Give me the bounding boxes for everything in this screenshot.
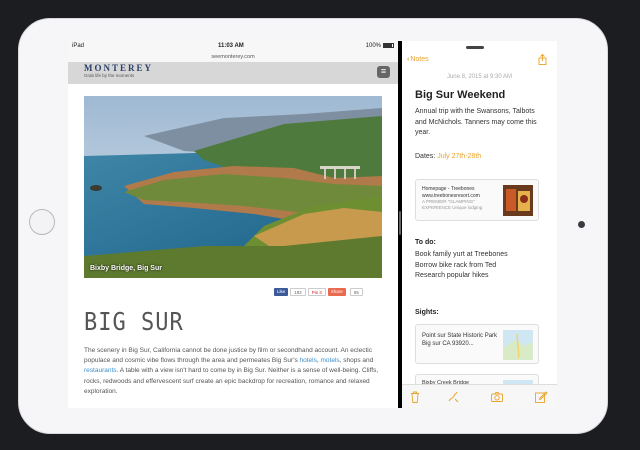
todo-item[interactable]: Book family yurt at Treebones — [415, 250, 545, 261]
notes-toolbar — [402, 384, 557, 408]
hero-image: Bixby Bridge, Big Sur — [84, 96, 382, 278]
hotels-link[interactable]: hotels — [300, 357, 317, 364]
note-intro[interactable]: Annual trip with the Swansons, Talbots a… — [415, 107, 545, 139]
location-name: Point sur State Historic Park — [422, 333, 498, 339]
todo-list[interactable]: Book family yurt at Treebones Borrow bik… — [415, 250, 545, 282]
link-subtitle: A PREMIER "GLAMPING" EXPERIENCE Unique l… — [422, 199, 483, 210]
motels-link[interactable]: motels — [321, 357, 340, 364]
bixby-bridge-photo — [84, 96, 382, 278]
battery-icon — [383, 43, 394, 48]
site-logo[interactable]: MONTEREY — [84, 63, 153, 73]
dates-label: Dates: — [415, 153, 438, 160]
todo-item[interactable]: Research popular hikes — [415, 271, 545, 282]
battery-indicator: 100% — [366, 43, 394, 49]
sketch-icon[interactable] — [446, 390, 460, 404]
site-tagline: Grab life by the moments — [84, 73, 135, 78]
share-count: 95 — [349, 288, 363, 296]
article-text: , shops and — [339, 357, 374, 365]
camera-icon[interactable] — [490, 390, 504, 404]
article-text: . A table with a view isn't hard to come… — [84, 367, 379, 395]
hamburger-menu-icon[interactable]: ≡ — [377, 66, 390, 78]
restaurants-link[interactable]: restaurants — [84, 367, 117, 374]
battery-percent: 100% — [365, 43, 381, 50]
link-title: Homepage - Treebones www.treebonesresort… — [422, 186, 480, 199]
chevron-left-icon: ‹ — [407, 56, 410, 63]
device-label: iPad — [72, 43, 85, 49]
dates-value-link[interactable]: July 27th-28th — [437, 153, 481, 160]
note-title[interactable]: Big Sur Weekend — [415, 89, 505, 101]
pinterest-button[interactable]: Pin it — [307, 288, 326, 296]
note-dates[interactable]: Dates: July 27th-28th — [415, 153, 481, 160]
todo-item[interactable]: Borrow bike rack from Ted — [415, 261, 545, 272]
article-title: BIG SUR — [84, 308, 184, 337]
map-thumbnail — [503, 330, 533, 360]
share-buttons: Like 182 Pin it Share 95 — [274, 288, 363, 296]
compose-icon[interactable] — [534, 390, 548, 404]
status-time: 11:03 AM — [218, 43, 244, 49]
map-location-card[interactable]: Point sur State Historic Park Big sur CA… — [415, 324, 539, 364]
back-label: Notes — [410, 56, 429, 63]
link-preview-card[interactable]: Homepage - Treebones www.treebonesresort… — [415, 179, 539, 221]
like-count: 182 — [290, 288, 306, 296]
sights-heading: Sights: — [415, 309, 439, 316]
site-header: MONTEREY Grab life by the moments ≡ — [68, 62, 398, 84]
address-bar[interactable]: seemonterey.com — [68, 53, 398, 62]
status-bar: iPad 11:03 AM 100% — [68, 41, 398, 53]
facebook-like-button[interactable]: Like — [274, 288, 289, 296]
pane-grabber[interactable] — [466, 46, 484, 49]
notes-pane[interactable]: ‹Notes June 8, 2015 at 9:30 AM Big Sur W… — [402, 41, 557, 408]
safari-pane[interactable]: seemonterey.com MONTEREY Grab life by th… — [68, 53, 398, 408]
share-icon[interactable] — [538, 54, 547, 65]
home-button[interactable] — [29, 209, 55, 235]
trash-icon[interactable] — [408, 390, 422, 404]
note-date: June 8, 2015 at 9:30 AM — [446, 74, 513, 80]
ipad-screen: iPad 11:03 AM 100% seemonterey.com MONTE… — [68, 41, 557, 408]
article-body: The scenery in Big Sur, California canno… — [84, 346, 384, 397]
front-camera — [578, 221, 585, 228]
notes-back-button[interactable]: ‹Notes — [407, 56, 429, 63]
location-text: Point sur State Historic Park Big sur CA… — [422, 332, 502, 348]
hero-caption: Bixby Bridge, Big Sur — [90, 265, 162, 272]
article: Bixby Bridge, Big Sur Like 182 Pin it Sh… — [68, 84, 398, 408]
link-thumbnail — [503, 185, 533, 216]
location-address: Big sur CA 93920... — [422, 341, 474, 347]
divider-handle[interactable] — [399, 211, 401, 235]
share-button[interactable]: Share — [327, 288, 346, 296]
todo-heading: To do: — [415, 239, 436, 246]
